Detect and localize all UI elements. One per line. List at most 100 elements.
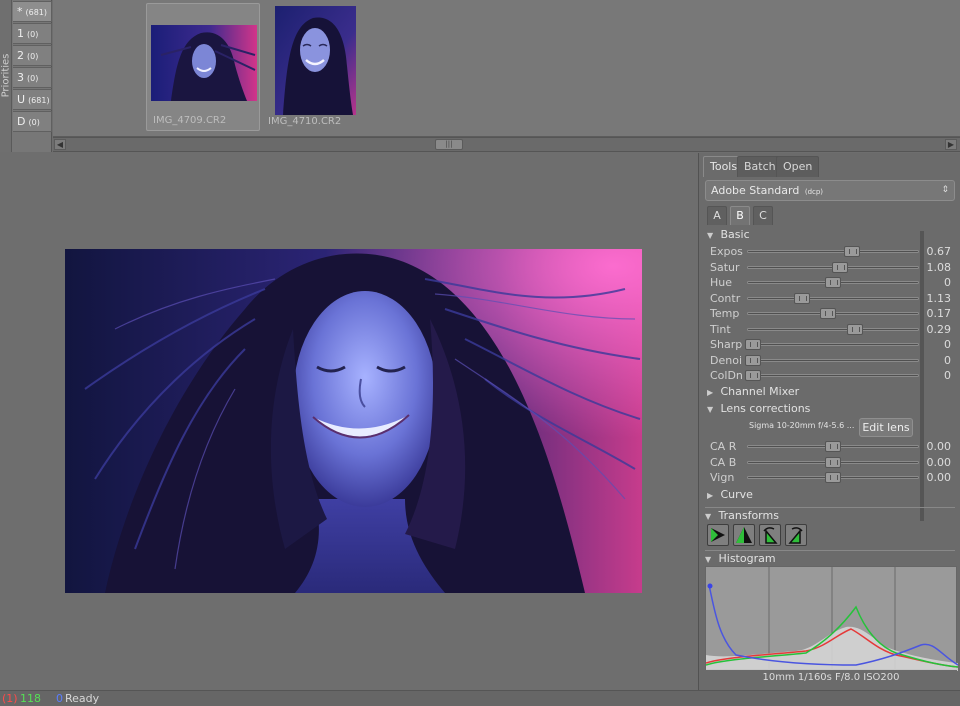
slider-sharp: Sharp 0 [707, 338, 957, 352]
section-curve-title: Curve [720, 488, 753, 501]
thumbnail-card[interactable]: IMG_4709.CR2 [146, 3, 260, 131]
thumbnail-image [275, 6, 356, 115]
slider-label: Temp [710, 307, 740, 320]
slider-handle[interactable] [745, 339, 762, 350]
slider-coldn: ColDn 0 [707, 369, 957, 383]
scroll-right-icon[interactable]: ▶ [945, 139, 957, 150]
section-basic-header[interactable]: ▼ Basic [707, 228, 750, 242]
slider-handle[interactable] [794, 292, 811, 304]
slider-label: CA B [710, 455, 737, 469]
slider-label: Vign [710, 471, 735, 484]
slider-track[interactable] [747, 308, 919, 319]
priority-item-deleted[interactable]: D (0) [13, 111, 52, 132]
slider-handle[interactable] [831, 261, 848, 273]
priority-item-2[interactable]: 2 (0) [13, 45, 52, 66]
slider-value: 0.00 [926, 455, 952, 469]
priority-item-1[interactable]: 1 (0) [13, 23, 52, 44]
filmstrip-scrollbar[interactable]: ◀ ||| ▶ [53, 137, 960, 152]
slider-contr: Contr 1.13 [707, 292, 957, 306]
thumbnail-image [151, 25, 257, 101]
priorities-vertical-label: Priorities [0, 0, 12, 152]
slider-track[interactable] [747, 441, 919, 452]
slider-track[interactable] [747, 277, 919, 288]
rotate-right-icon [788, 527, 803, 544]
slider-handle[interactable] [745, 370, 762, 381]
select-arrows-icon: ⇕ [941, 185, 949, 195]
slider-handle[interactable] [819, 308, 836, 319]
camera-profile-select[interactable]: Adobe Standard (dcp) ⇕ [705, 180, 955, 201]
profile-suffix: (dcp) [804, 188, 824, 196]
priority-item-3[interactable]: 3 (0) [13, 67, 52, 88]
section-channel-mixer-header[interactable]: ▶ Channel Mixer [707, 385, 799, 399]
priority-label: 3 [17, 71, 24, 84]
slider-ca-r: CA R 0.00 [707, 440, 957, 454]
section-lens-header[interactable]: ▼ Lens corrections [707, 402, 810, 416]
slider-handle[interactable] [825, 441, 841, 452]
priority-item-unrated[interactable]: U (681) [13, 89, 52, 110]
slider-value: 0 [944, 369, 951, 382]
slider-track[interactable] [747, 323, 919, 335]
rotate-left-button[interactable] [759, 524, 781, 546]
slider-label: Hue [710, 276, 733, 289]
exif-info: 10mm 1/160s F/8.0 ISO200 [705, 670, 957, 687]
tab-b[interactable]: B [730, 206, 750, 225]
slider-handle[interactable] [847, 323, 864, 335]
priorities-label: Priorities [0, 53, 12, 98]
section-curve-header[interactable]: ▶ Curve [707, 488, 753, 502]
slider-value: 1.08 [926, 260, 952, 274]
slider-label: Contr [710, 291, 741, 305]
slider-value: 0.67 [926, 245, 952, 258]
slider-track[interactable] [745, 339, 919, 350]
section-transforms-header[interactable]: ▼ Transforms [705, 507, 955, 522]
section-histogram-header[interactable]: ▼ Histogram [705, 550, 955, 565]
thumbnail-caption: IMG_4710.CR2 [268, 116, 342, 127]
slider-handle[interactable] [745, 354, 762, 366]
slider-tint: Tint 0.29 [707, 323, 957, 337]
slider-track[interactable] [747, 292, 919, 304]
slider-track[interactable] [747, 456, 919, 468]
slider-handle[interactable] [843, 246, 860, 257]
priority-label: U [17, 93, 26, 106]
slider-track[interactable] [747, 246, 919, 257]
scroll-left-icon[interactable]: ◀ [54, 139, 66, 150]
flip-horizontal-button[interactable] [707, 524, 729, 546]
slider-track[interactable] [745, 370, 919, 381]
thumbnail-caption: IMG_4709.CR2 [153, 115, 227, 126]
slider-value: 0.00 [926, 471, 952, 484]
status-text: Ready [65, 692, 100, 705]
scrollbar-handle[interactable]: ||| [435, 139, 463, 150]
thumbnail-card[interactable]: IMG_4710.CR2 [262, 3, 376, 131]
slider-value: 0 [944, 338, 951, 351]
slider-handle[interactable] [825, 277, 841, 288]
slider-label: Tint [710, 322, 731, 336]
expanded-triangle-icon: ▼ [705, 555, 712, 564]
slider-track[interactable] [745, 354, 919, 366]
flip-vertical-button[interactable] [733, 524, 755, 546]
priority-item-all[interactable]: * (681) [13, 1, 52, 22]
slider-track[interactable] [747, 472, 919, 483]
priority-count: (0) [27, 30, 39, 39]
edit-lens-button[interactable]: Edit lens [859, 418, 913, 437]
status-bar: (1) 118 0 Ready [0, 690, 960, 706]
rotate-right-button[interactable] [785, 524, 807, 546]
slider-expos: Expos 0.67 [707, 245, 957, 259]
main-image-preview[interactable] [65, 249, 642, 593]
priority-label: D [17, 115, 26, 128]
flip-vertical-icon [736, 527, 752, 543]
slider-handle[interactable] [825, 472, 841, 483]
tab-c[interactable]: C [753, 206, 773, 225]
slider-track[interactable] [747, 261, 919, 273]
slider-value: 0.00 [926, 440, 952, 453]
priority-label: * [17, 5, 23, 18]
expanded-triangle-icon: ▼ [707, 231, 714, 240]
section-lens-title: Lens corrections [720, 402, 811, 415]
collapsed-triangle-icon: ▶ [707, 491, 714, 500]
status-red-count: (1) [2, 692, 18, 705]
tab-a[interactable]: A [707, 206, 727, 225]
priority-count: (681) [25, 8, 48, 17]
slider-value: 1.13 [926, 291, 952, 305]
tab-open[interactable]: Open [776, 156, 820, 177]
slider-handle[interactable] [825, 456, 841, 468]
slider-value: 0 [944, 276, 951, 289]
priority-count: (681) [28, 96, 50, 105]
